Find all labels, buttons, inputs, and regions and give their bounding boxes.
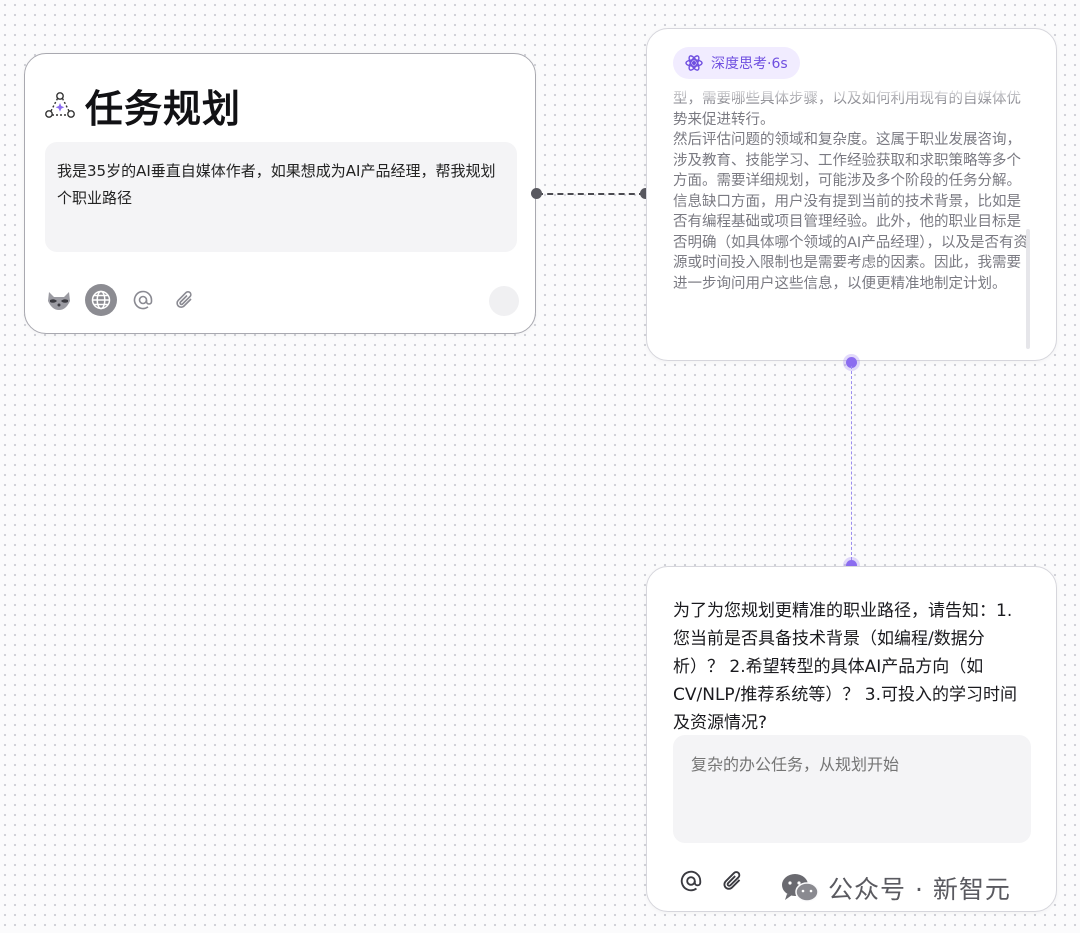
watermark-text: 公众号 · 新智元: [828, 870, 1011, 906]
reply-input[interactable]: [673, 735, 1031, 843]
deep-thinking-card: 型，需要哪些具体步骤，以及如何利用现有的自媒体优势来促进转行。 然后评估问题的领…: [646, 28, 1057, 361]
atom-icon: [685, 54, 703, 72]
task-to-thinking-connector: [537, 193, 645, 195]
task-planning-icon: [43, 89, 77, 123]
thinking-paragraph: 然后评估问题的领域和复杂度。这属于职业发展咨询，涉及教育、技能学习、工作经验获取…: [673, 130, 1029, 192]
task-toolbar: [43, 284, 211, 316]
thinking-scrollbar[interactable]: [1026, 229, 1030, 349]
watermark: 公众号 · 新智元: [780, 870, 1011, 906]
task-title: 任务规划: [85, 78, 241, 133]
thinking-fade: [647, 85, 1056, 105]
reply-message: 为了为您规划更精准的职业路径，请告知：1. 您当前是否具备技术背景（如编程/数据…: [673, 597, 1033, 737]
paperclip-icon[interactable]: [169, 284, 201, 316]
task-prompt-field[interactable]: 我是35岁的AI垂直自媒体作者，如果想成为AI产品经理，帮我规划个职业路径: [45, 142, 517, 252]
reply-card: 为了为您规划更精准的职业路径，请告知：1. 您当前是否具备技术背景（如编程/数据…: [646, 566, 1057, 912]
deep-thinking-label: 深度思考·6s: [711, 53, 788, 73]
task-header: 任务规划: [43, 78, 241, 133]
thinking-content: 型，需要哪些具体步骤，以及如何利用现有的自媒体优势来促进转行。 然后评估问题的领…: [673, 99, 1029, 294]
connector-start-dot[interactable]: [531, 188, 542, 199]
at-icon[interactable]: [127, 284, 159, 316]
task-planning-card: 任务规划 我是35岁的AI垂直自媒体作者，如果想成为AI产品经理，帮我规划个职业…: [24, 53, 536, 334]
deep-thinking-badge[interactable]: 深度思考·6s: [673, 47, 800, 79]
reply-toolbar: [675, 865, 759, 897]
paperclip-icon[interactable]: [717, 865, 749, 897]
at-icon[interactable]: [675, 865, 707, 897]
raccoon-icon[interactable]: [43, 284, 75, 316]
thinking-paragraph: 信息缺口方面，用户没有提到当前的技术背景，比如是否有编程基础或项目管理经验。此外…: [673, 192, 1029, 295]
send-button[interactable]: [489, 286, 519, 316]
globe-icon[interactable]: [85, 284, 117, 316]
wechat-icon: [780, 871, 820, 905]
thinking-to-reply-connector: [851, 366, 852, 565]
